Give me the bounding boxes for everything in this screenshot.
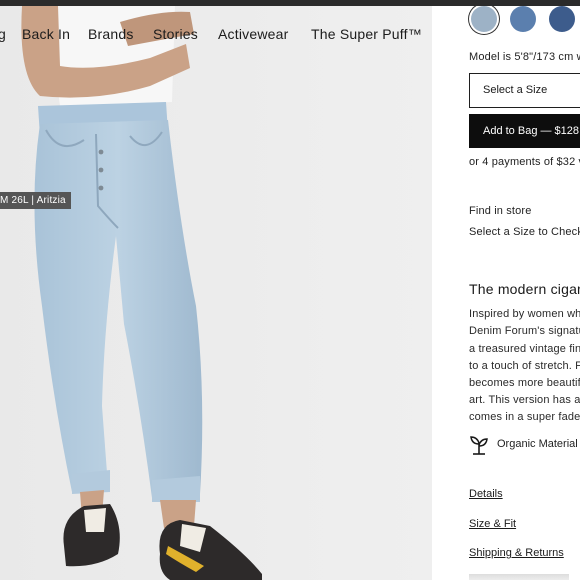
description-line: art. This version has a (469, 394, 580, 406)
color-swatch-mid-wash[interactable] (510, 6, 536, 32)
image-caption-tag: M 26L | Aritzia (0, 192, 71, 209)
organic-material-label: Organic Material (497, 438, 578, 450)
description-line: Inspired by women wh (469, 308, 580, 320)
model-info: Model is 5'8"/173 cm we (469, 51, 580, 63)
nav-item-back-in[interactable]: Back In (22, 26, 70, 42)
product-photo[interactable]: g Back In Brands Stories Activewear The … (0, 6, 432, 580)
description-line: becomes more beautif (469, 377, 580, 389)
product-details-panel: Model is 5'8"/173 cm we Select a Size Ad… (432, 6, 580, 580)
details-link[interactable]: Details (469, 488, 503, 500)
product-headline: The modern cigar (469, 281, 580, 297)
color-swatch-light-wash[interactable] (471, 6, 497, 32)
size-and-fit-link[interactable]: Size & Fit (469, 518, 516, 530)
select-size-to-check-link[interactable]: Select a Size to Check (469, 226, 580, 238)
model-photo-illustration (0, 6, 432, 580)
description-line: to a touch of stretch. F (469, 360, 580, 372)
color-swatch-dark-wash[interactable] (549, 6, 575, 32)
add-to-bag-button[interactable]: Add to Bag — $128 (469, 114, 580, 148)
nav-item-brands[interactable]: Brands (88, 26, 134, 42)
nav-item-stories[interactable]: Stories (153, 26, 198, 42)
find-in-store-label: Find in store (469, 205, 532, 217)
sprout-icon (470, 436, 488, 455)
shipping-returns-link[interactable]: Shipping & Returns (469, 547, 564, 559)
nav-item-partial[interactable]: g (0, 26, 6, 42)
cut-off-content (469, 574, 569, 580)
nav-item-activewear[interactable]: Activewear (218, 26, 288, 42)
description-line: comes in a super fadeo (469, 411, 580, 423)
description-line: Denim Forum's signatu (469, 325, 580, 337)
description-line: a treasured vintage fin (469, 343, 580, 355)
size-select[interactable]: Select a Size (469, 73, 580, 108)
top-navigation: g Back In Brands Stories Activewear The … (0, 26, 432, 50)
payments-text: or 4 payments of $32 v (469, 156, 580, 168)
nav-item-super-puff[interactable]: The Super Puff™ (311, 26, 422, 42)
